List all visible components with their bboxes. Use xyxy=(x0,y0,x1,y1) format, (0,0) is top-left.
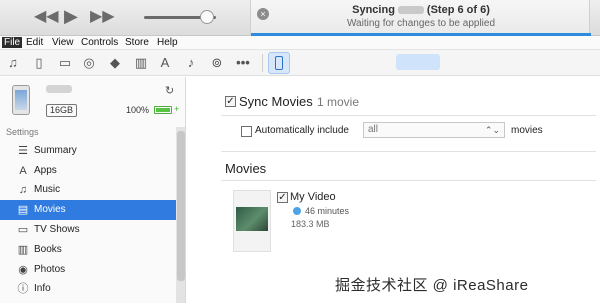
sidebar-item-tv-shows[interactable]: ▭ TV Shows xyxy=(0,220,176,240)
iphone-device-icon xyxy=(12,85,30,115)
status-title: Syncing (Step 6 of 6) xyxy=(251,4,591,16)
auto-include-label: Automatically include xyxy=(255,125,349,136)
movies-section-title: Movies xyxy=(225,161,267,176)
status-title-prefix: Syncing xyxy=(352,4,395,16)
play-icon[interactable]: ▶ xyxy=(64,7,78,25)
device-name-redacted xyxy=(46,85,72,93)
menu-store[interactable]: Store xyxy=(125,37,149,48)
movie-checkbox[interactable]: ✓ xyxy=(277,192,288,203)
movie-size: 183.3 MB xyxy=(291,219,330,229)
volume-knob[interactable] xyxy=(200,10,214,24)
fast-forward-icon[interactable]: ▶▶ xyxy=(90,8,115,26)
film-icon[interactable]: ▯ xyxy=(30,54,48,72)
apps-icon: A xyxy=(19,165,27,177)
sidebar-item-label: Music xyxy=(34,184,61,195)
player-bar: ◀◀ ▶ ▶▶ × Syncing (Step 6 of 6) Waiting f… xyxy=(0,0,600,36)
radio-icon[interactable]: ⊚ xyxy=(208,54,226,72)
music-icon[interactable]: ♫ xyxy=(4,54,22,72)
sidebar-item-movies[interactable]: ▤ Movies xyxy=(0,200,176,220)
menu-view[interactable]: View xyxy=(52,37,74,48)
camera-icon: ◉ xyxy=(18,264,28,276)
device-name-pill[interactable] xyxy=(396,54,440,70)
rewind-icon[interactable]: ◀◀ xyxy=(34,8,59,26)
auto-include-select[interactable]: all ⌃⌄ xyxy=(363,122,505,138)
graduation-cap-icon[interactable]: ◆ xyxy=(106,54,124,72)
chevron-updown-icon: ⌃⌄ xyxy=(484,125,500,135)
movie-thumbnail[interactable] xyxy=(233,190,271,252)
battery-icon xyxy=(154,106,172,114)
podcast-icon[interactable]: ◎ xyxy=(80,54,98,72)
scrollbar-thumb[interactable] xyxy=(177,131,185,281)
iphone-icon xyxy=(275,56,283,70)
menu-help[interactable]: Help xyxy=(157,37,178,48)
status-subtitle: Waiting for changes to be applied xyxy=(346,18,496,29)
sidebar-item-label: Info xyxy=(34,283,51,294)
divider xyxy=(221,151,596,152)
book-icon: ▥ xyxy=(17,244,29,256)
battery-percent: 100% xyxy=(126,105,150,115)
sidebar-item-summary[interactable]: ☰ Summary xyxy=(0,141,176,161)
auto-include-checkbox[interactable] xyxy=(241,126,252,137)
watermark-text: 掘金技术社区 @ iReaShare xyxy=(335,277,529,294)
sidebar-item-apps[interactable]: A Apps xyxy=(0,161,176,181)
movie-duration: 46 minutes xyxy=(305,206,350,216)
device-screen xyxy=(15,90,27,110)
sidebar: ↻ 16GB 100% + Settings ☰ Summary A Apps … xyxy=(0,77,186,303)
menu-edit[interactable]: Edit xyxy=(26,37,43,48)
app-store-icon[interactable]: A xyxy=(156,54,174,72)
sidebar-item-label: TV Shows xyxy=(34,224,80,235)
battery-fill xyxy=(156,108,170,112)
sidebar-item-label: Movies xyxy=(34,204,66,215)
menu-file[interactable]: File xyxy=(2,37,23,48)
menu-controls[interactable]: Controls xyxy=(81,37,118,48)
status-title-suffix: (Step 6 of 6) xyxy=(426,4,490,16)
sidebar-item-label: Summary xyxy=(34,145,77,156)
charging-plus: + xyxy=(174,104,180,114)
sidebar-scrollbar[interactable] xyxy=(176,127,185,303)
sidebar-item-info[interactable]: ⓘ Info xyxy=(0,279,176,299)
more-icon[interactable]: ••• xyxy=(234,54,252,72)
music-note-icon: ♫ xyxy=(18,184,28,196)
tv-icon: ▭ xyxy=(17,224,29,236)
bell-icon[interactable]: ♪ xyxy=(182,54,200,72)
capacity-badge: 16GB xyxy=(46,104,78,117)
media-toolbar: ♫ ▯ ▭ ◎ ◆ ▥ A ♪ ⊚ ••• xyxy=(0,50,600,76)
info-icon: ⓘ xyxy=(17,283,29,295)
sync-icon[interactable]: ↻ xyxy=(165,84,174,97)
device-name-redacted xyxy=(397,6,424,15)
film-icon: ▤ xyxy=(17,204,29,216)
sync-movies-label: Sync Movies xyxy=(239,94,313,109)
sidebar-item-photos[interactable]: ◉ Photos xyxy=(0,260,176,280)
auto-include-suffix: movies xyxy=(511,125,543,136)
device-button[interactable] xyxy=(268,52,290,74)
list-icon: ☰ xyxy=(18,145,28,157)
toolbar-separator xyxy=(262,54,263,72)
cloud-icon xyxy=(293,207,301,215)
sync-movies-checkbox[interactable]: ✓ xyxy=(225,96,236,107)
tv-icon[interactable]: ▭ xyxy=(56,54,74,72)
main-panel: ✓ Sync Movies 1 movie Automatically incl… xyxy=(187,77,600,303)
movie-title: My Video xyxy=(290,191,336,203)
sidebar-item-label: Photos xyxy=(34,264,66,275)
sidebar-item-label: Apps xyxy=(34,165,57,176)
divider xyxy=(221,180,596,181)
auto-include-value: all xyxy=(368,124,379,135)
divider xyxy=(221,115,596,116)
settings-section-label: Settings xyxy=(6,127,39,137)
menu-bar: File Edit View Controls Store Help xyxy=(0,36,600,50)
sidebar-item-label: Books xyxy=(34,244,62,255)
book-icon[interactable]: ▥ xyxy=(132,54,150,72)
sync-movie-count: 1 movie xyxy=(317,95,360,109)
sidebar-item-books[interactable]: ▥ Books xyxy=(0,240,176,260)
status-display: × Syncing (Step 6 of 6) Waiting for chang… xyxy=(250,0,591,36)
movie-poster xyxy=(236,207,268,231)
sidebar-item-music[interactable]: ♫ Music xyxy=(0,180,176,200)
